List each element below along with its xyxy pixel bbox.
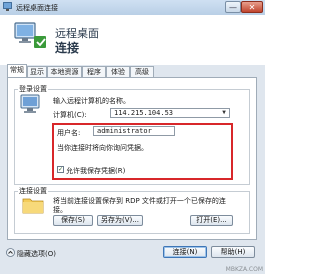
username-input[interactable]: administrator — [93, 126, 175, 136]
connection-desc-line1: 将当前连接设置保存到 RDP 文件或打开一个已保存的连 — [53, 197, 226, 205]
username-label: 用户名: — [57, 129, 81, 137]
login-settings-title: 登录设置 — [18, 84, 48, 94]
help-button[interactable]: 帮助(H) — [211, 246, 255, 258]
connection-desc-line2: 接。 — [53, 206, 67, 214]
chevron-up-circle-icon[interactable] — [6, 248, 15, 257]
save-credentials-checkbox[interactable]: ✓ — [57, 166, 64, 173]
connection-settings-title: 连接设置 — [18, 186, 48, 196]
title-bar[interactable]: 远程桌面连接 — ✕ — [0, 0, 265, 15]
remote-desktop-window: 远程桌面连接 — ✕ 远程桌面 连接 常规 显示 本地资源 程序 体验 高级 登… — [0, 0, 265, 274]
computer-value: 114.215.104.53 — [114, 109, 174, 117]
computer-combobox[interactable]: 114.215.104.53 ▼ — [110, 108, 230, 118]
tab-display[interactable]: 显示 — [27, 66, 47, 77]
tab-general[interactable]: 常规 — [7, 64, 27, 77]
tab-programs[interactable]: 程序 — [82, 66, 106, 77]
minimize-button[interactable]: — — [225, 1, 241, 13]
close-button[interactable]: ✕ — [241, 1, 263, 13]
tab-local-resources[interactable]: 本地资源 — [47, 66, 82, 77]
chevron-down-icon[interactable]: ▼ — [220, 110, 228, 116]
window-title: 远程桌面连接 — [16, 4, 58, 12]
tab-experience[interactable]: 体验 — [106, 66, 130, 77]
computer-label: 计算机(C): — [53, 111, 87, 119]
save-credentials-label: 允许我保存凭据(R) — [66, 167, 126, 175]
connect-button[interactable]: 连接(N) — [163, 246, 207, 258]
hide-options-link[interactable]: 隐藏选项(O) — [17, 249, 56, 259]
folder-icon — [22, 198, 44, 214]
credential-notice: 当你连接时将向你询问凭据。 — [57, 144, 148, 152]
watermark-text: MBKZA.COM — [225, 266, 263, 273]
tab-advanced[interactable]: 高级 — [130, 66, 154, 77]
login-prompt: 输入远程计算机的名称。 — [53, 97, 130, 105]
computer-icon — [20, 94, 40, 113]
computer-connection-icon — [14, 22, 46, 48]
remote-desktop-app-icon — [3, 2, 12, 11]
open-button[interactable]: 打开(E)... — [190, 215, 233, 226]
save-button[interactable]: 保存(S) — [53, 215, 93, 226]
save-as-button[interactable]: 另存为(V)... — [97, 215, 143, 226]
banner-title-line2: 连接 — [55, 41, 80, 55]
